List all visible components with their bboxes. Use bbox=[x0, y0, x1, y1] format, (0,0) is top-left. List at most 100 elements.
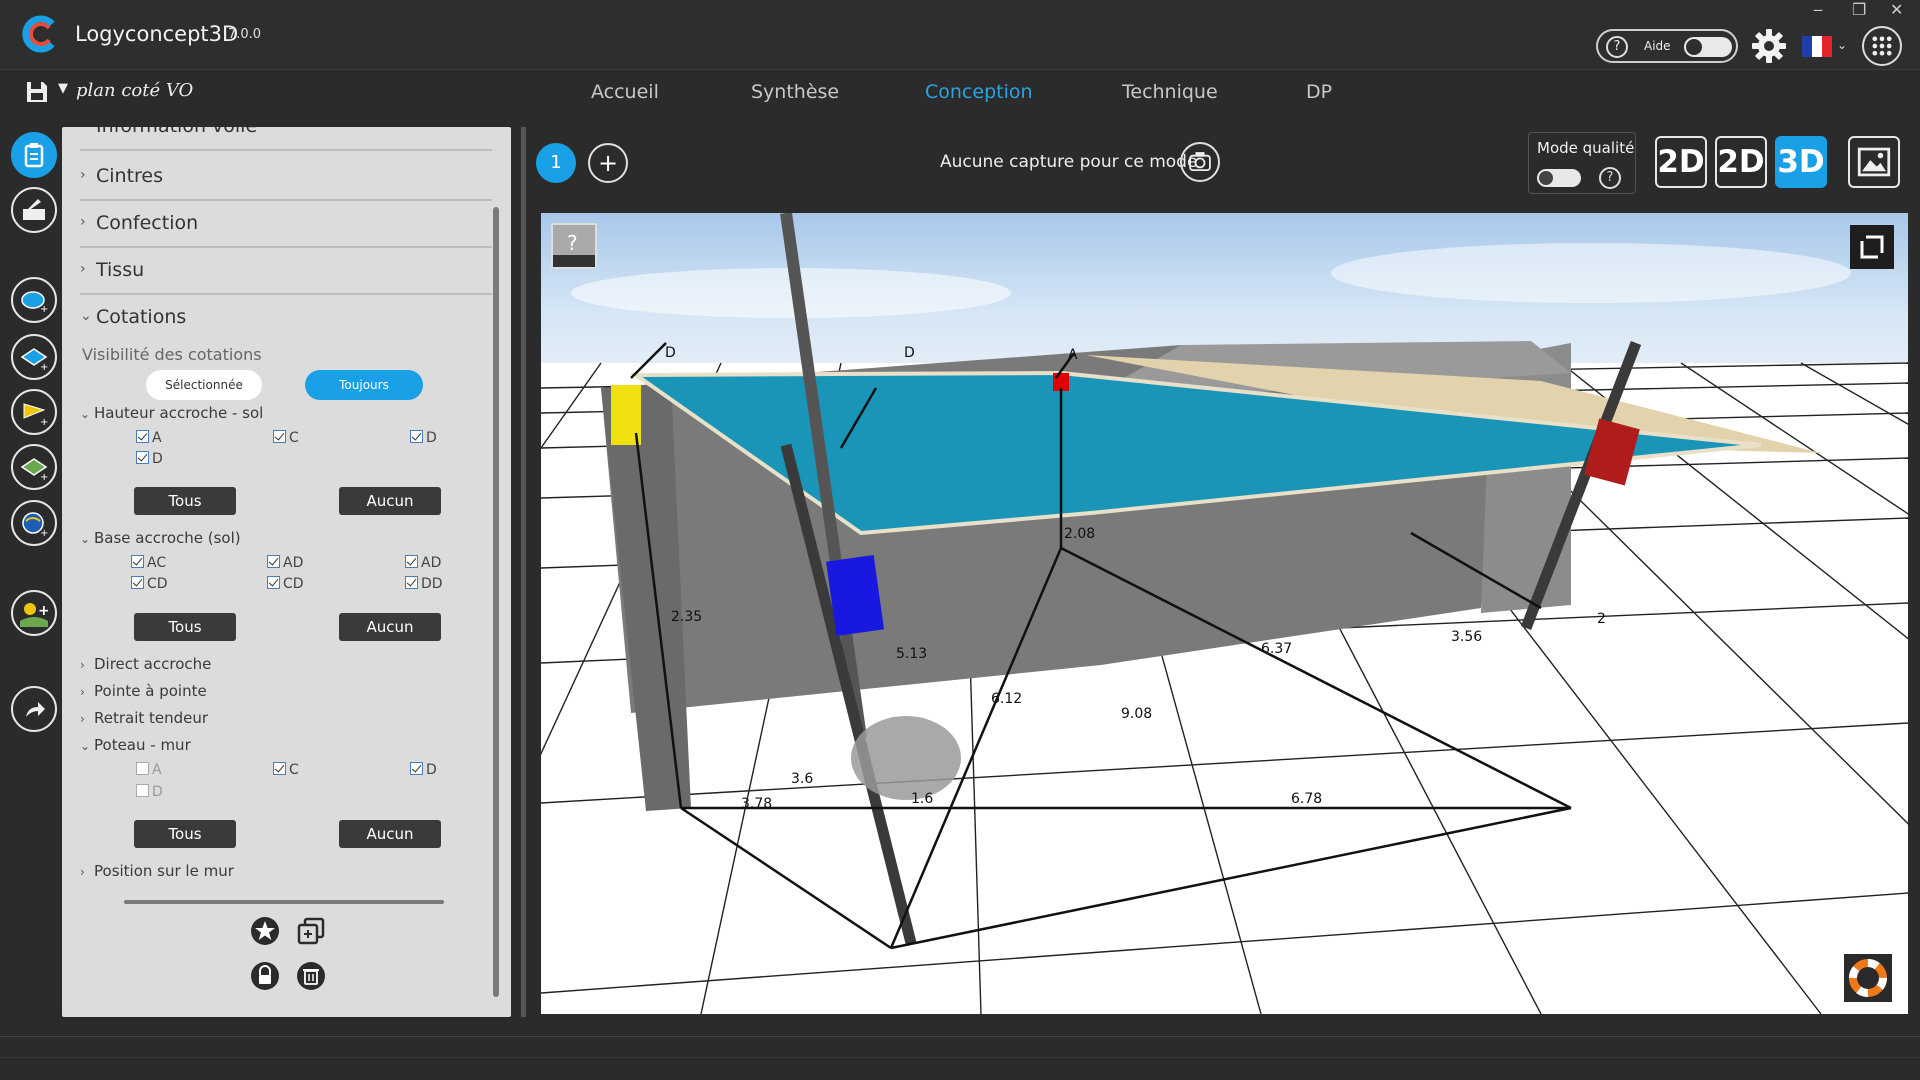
visibility-selected-option[interactable]: Sélectionnée bbox=[146, 370, 262, 400]
lock-icon[interactable] bbox=[250, 961, 280, 991]
help-toggle[interactable]: ? Aide bbox=[1596, 29, 1738, 63]
clipboard-icon[interactable] bbox=[11, 132, 57, 178]
view-2d-button[interactable]: 2D bbox=[1655, 136, 1707, 188]
language-flag-icon[interactable] bbox=[1802, 36, 1832, 57]
status-bar bbox=[0, 1036, 1920, 1080]
trash-icon[interactable] bbox=[296, 961, 326, 991]
tab-synthese[interactable]: Synthèse bbox=[751, 81, 839, 103]
image-export-icon[interactable] bbox=[1848, 136, 1900, 188]
subsection-base[interactable]: ⌄ Base accroche (sol) bbox=[80, 529, 241, 547]
panel-vertical-scrollbar[interactable] bbox=[493, 207, 499, 997]
save-icon[interactable] bbox=[25, 80, 49, 104]
maximize-icon[interactable]: ❐ bbox=[1852, 0, 1866, 19]
app-version: 7.0.0 bbox=[228, 27, 262, 42]
checkbox-base-ad2[interactable]: AD bbox=[405, 555, 441, 571]
add-shape-icon[interactable]: + bbox=[11, 277, 57, 323]
add-area-icon[interactable]: + bbox=[11, 334, 57, 380]
section-tissu[interactable]: › Tissu bbox=[80, 249, 492, 295]
view-2d-alt-button[interactable]: 2D bbox=[1715, 136, 1767, 188]
dimension-label: 6.37 bbox=[1261, 641, 1292, 657]
checkbox-poteau-a[interactable]: A bbox=[136, 762, 162, 778]
checkbox-poteau-d[interactable]: D bbox=[410, 762, 437, 778]
view-page-badge[interactable]: 1 bbox=[536, 143, 576, 183]
tab-dp[interactable]: DP bbox=[1306, 81, 1332, 103]
visibility-always-option[interactable]: Toujours bbox=[305, 370, 423, 400]
chevron-right-icon: › bbox=[80, 658, 85, 672]
dimension-label: 2.35 bbox=[671, 609, 702, 625]
fullscreen-icon[interactable] bbox=[1850, 225, 1894, 269]
add-view-button[interactable]: + bbox=[588, 143, 628, 183]
section-confection[interactable]: › Confection bbox=[80, 202, 492, 248]
app-logo-icon bbox=[22, 15, 55, 53]
svg-text:+: + bbox=[40, 528, 48, 537]
checkbox-hauteur-c[interactable]: C bbox=[273, 430, 299, 446]
checkbox-poteau-d2[interactable]: D bbox=[136, 784, 163, 800]
panel-horizontal-scrollbar[interactable] bbox=[124, 900, 444, 904]
project-dropdown-caret-icon[interactable]: ▼ bbox=[58, 81, 68, 96]
section-cintres[interactable]: › Cintres bbox=[80, 155, 492, 201]
checkbox-base-dd[interactable]: DD bbox=[405, 576, 443, 592]
chevron-down-icon: ⌄ bbox=[80, 532, 91, 546]
capture-status-text: Aucune capture pour ce mode bbox=[940, 152, 1198, 172]
dimension-label: 6.12 bbox=[991, 691, 1022, 707]
subsection-retrait-tendeur[interactable]: › Retrait tendeur bbox=[80, 709, 208, 727]
poteau-all-button[interactable]: Tous bbox=[134, 820, 236, 848]
point-label-a: A bbox=[1068, 347, 1078, 363]
tab-accueil[interactable]: Accueil bbox=[591, 81, 659, 103]
checkbox-base-ad[interactable]: AD bbox=[267, 555, 303, 571]
checkbox-base-ac[interactable]: AC bbox=[131, 555, 166, 571]
star-icon[interactable] bbox=[250, 916, 280, 946]
point-label-d2: D bbox=[904, 345, 915, 361]
toolbox-icon[interactable] bbox=[11, 187, 57, 233]
checkbox-hauteur-d[interactable]: D bbox=[410, 430, 437, 446]
section-information-voile[interactable]: Information voile bbox=[80, 127, 492, 151]
panel-splitter[interactable] bbox=[521, 127, 526, 1017]
checkbox-hauteur-a[interactable]: A bbox=[136, 430, 162, 446]
section-label: Cotations bbox=[96, 306, 187, 328]
add-world-icon[interactable]: + bbox=[11, 500, 57, 546]
grid-icon[interactable] bbox=[1862, 26, 1902, 66]
lifebuoy-icon[interactable] bbox=[1844, 954, 1892, 1002]
poteau-none-button[interactable]: Aucun bbox=[339, 820, 441, 848]
dimension-label: 3.78 bbox=[741, 796, 772, 812]
title-bar: Logyconcept3D 7.0.0 ? Aide ⌄ ‒ ❐ ✕ bbox=[0, 0, 1920, 70]
scene-canvas[interactable]: D D A 2.35 2.08 5.13 6.37 3.56 2 6.12 9.… bbox=[541, 213, 1908, 1014]
camera-icon[interactable] bbox=[1180, 142, 1220, 182]
checkbox-hauteur-d2[interactable]: D bbox=[136, 451, 163, 467]
base-all-button[interactable]: Tous bbox=[134, 613, 236, 641]
checkbox-base-cd2[interactable]: CD bbox=[267, 576, 304, 592]
subsection-pointe-a-pointe[interactable]: › Pointe à pointe bbox=[80, 682, 207, 700]
help-switch[interactable] bbox=[1684, 37, 1732, 57]
share-icon[interactable] bbox=[11, 686, 57, 732]
quality-mode-switch[interactable] bbox=[1537, 169, 1581, 187]
point-label-d: D bbox=[665, 345, 676, 361]
gear-icon[interactable] bbox=[1750, 27, 1788, 65]
minimize-icon[interactable]: ‒ bbox=[1813, 0, 1823, 19]
question-icon[interactable]: ? bbox=[1599, 167, 1621, 189]
add-terrain-icon[interactable]: + bbox=[11, 444, 57, 490]
tab-technique[interactable]: Technique bbox=[1122, 81, 1218, 103]
subsection-position-mur[interactable]: › Position sur le mur bbox=[80, 862, 234, 880]
hauteur-all-button[interactable]: Tous bbox=[134, 487, 236, 515]
close-icon[interactable]: ✕ bbox=[1890, 0, 1903, 19]
project-name[interactable]: plan coté VO bbox=[76, 80, 193, 101]
add-flag-icon[interactable]: + bbox=[11, 389, 57, 435]
cloud bbox=[1331, 243, 1851, 303]
base-none-button[interactable]: Aucun bbox=[339, 613, 441, 641]
hauteur-none-button[interactable]: Aucun bbox=[339, 487, 441, 515]
checkbox-poteau-c[interactable]: C bbox=[273, 762, 299, 778]
nav-bar: ▼ plan coté VO Accueil Synthèse Concepti… bbox=[0, 71, 1920, 113]
viewport-help-button[interactable]: ? bbox=[551, 223, 597, 269]
checkbox-base-cd[interactable]: CD bbox=[131, 576, 168, 592]
subsection-hauteur[interactable]: ⌄ Hauteur accroche - sol bbox=[80, 404, 263, 422]
subsection-poteau-mur[interactable]: ⌄ Poteau - mur bbox=[80, 736, 191, 754]
help-label: Aide bbox=[1644, 39, 1671, 53]
section-cotations[interactable]: ⌄ Cotations bbox=[80, 296, 492, 342]
view-3d-button[interactable]: 3D bbox=[1775, 136, 1827, 188]
chevron-down-icon[interactable]: ⌄ bbox=[1837, 38, 1847, 52]
duplicate-icon[interactable] bbox=[296, 916, 326, 946]
tab-conception[interactable]: Conception bbox=[925, 81, 1033, 103]
subsection-direct-accroche[interactable]: › Direct accroche bbox=[80, 655, 211, 673]
3d-viewport[interactable]: D D A 2.35 2.08 5.13 6.37 3.56 2 6.12 9.… bbox=[541, 213, 1908, 1014]
add-sun-icon[interactable]: + bbox=[11, 590, 57, 636]
